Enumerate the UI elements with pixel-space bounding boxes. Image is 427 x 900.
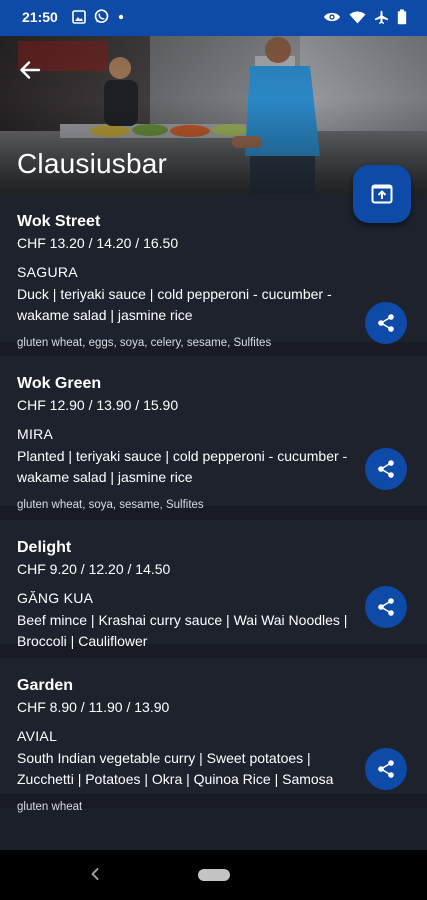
arrow-left-icon bbox=[20, 61, 41, 79]
share-icon bbox=[378, 598, 394, 616]
nav-back-icon bbox=[91, 868, 99, 880]
status-time: 21:50 bbox=[22, 9, 58, 25]
share-button[interactable] bbox=[365, 748, 407, 790]
menu-title: Garden bbox=[17, 677, 74, 694]
navigation-bar bbox=[0, 850, 427, 900]
menu-allergens: gluten wheat, eggs, soya, celery, sesame… bbox=[17, 337, 272, 349]
menu-price: CHF 13.20 / 14.20 / 16.50 bbox=[17, 235, 179, 251]
image-icon bbox=[72, 9, 86, 24]
menu-card: Delight CHF 9.20 / 12.20 / 14.50 GĂNG KU… bbox=[0, 520, 427, 658]
whatsapp-icon bbox=[94, 9, 109, 24]
share-button[interactable] bbox=[365, 586, 407, 628]
menu-price: CHF 12.90 / 13.90 / 15.90 bbox=[17, 397, 179, 413]
status-system-icons bbox=[323, 9, 407, 25]
menu-list: Wok Street CHF 13.20 / 14.20 / 16.50 SAG… bbox=[0, 194, 427, 850]
status-notification-icons bbox=[72, 9, 125, 24]
menu-allergens: gluten wheat bbox=[17, 801, 83, 813]
menu-price: CHF 8.90 / 11.90 / 13.90 bbox=[17, 699, 170, 715]
airplane-icon bbox=[374, 10, 389, 25]
dot-icon bbox=[117, 10, 125, 24]
menu-dish-name: SAGURA bbox=[17, 264, 78, 280]
status-bar: 21:50 bbox=[0, 0, 427, 36]
share-icon bbox=[378, 314, 394, 332]
share-button[interactable] bbox=[365, 302, 407, 344]
menu-card: Garden CHF 8.90 / 11.90 / 13.90 AVIAL So… bbox=[0, 658, 427, 813]
menu-description: Planted | teriyaki sauce | cold pepperon… bbox=[17, 448, 348, 485]
nav-back-button[interactable] bbox=[88, 865, 102, 888]
page-title: Clausiusbar bbox=[17, 148, 168, 179]
eye-icon bbox=[323, 10, 341, 24]
menu-card: Wok Green CHF 12.90 / 13.90 / 15.90 MIRA… bbox=[0, 356, 427, 520]
menu-price: CHF 9.20 / 12.20 / 14.50 bbox=[17, 561, 171, 577]
menu-title: Wok Green bbox=[17, 375, 102, 392]
menu-dish-name: GĂNG KUA bbox=[17, 590, 94, 606]
wifi-icon bbox=[349, 10, 366, 24]
open-in-browser-icon bbox=[371, 184, 393, 204]
screen: 21:50 Clausiusbar Wok Street CHF 13.20 /… bbox=[0, 0, 427, 900]
menu-description: Beef mince | Krashai curry sauce | Wai W… bbox=[17, 612, 348, 649]
nav-home-pill[interactable] bbox=[198, 869, 230, 881]
menu-dish-name: MIRA bbox=[17, 426, 54, 442]
share-icon bbox=[378, 460, 394, 478]
open-in-browser-button[interactable] bbox=[353, 165, 411, 223]
menu-title: Delight bbox=[17, 539, 72, 556]
share-button[interactable] bbox=[365, 448, 407, 490]
menu-dish-name: AVIAL bbox=[17, 728, 58, 744]
battery-icon bbox=[397, 9, 407, 25]
menu-allergens: gluten wheat, soya, sesame, Sulfites bbox=[17, 499, 204, 511]
back-button[interactable] bbox=[14, 54, 46, 86]
menu-title: Wok Street bbox=[17, 213, 101, 230]
menu-description: Duck | teriyaki sauce | cold pepperoni -… bbox=[17, 286, 332, 323]
share-icon bbox=[378, 760, 394, 778]
menu-description: South Indian vegetable curry | Sweet pot… bbox=[17, 750, 334, 787]
